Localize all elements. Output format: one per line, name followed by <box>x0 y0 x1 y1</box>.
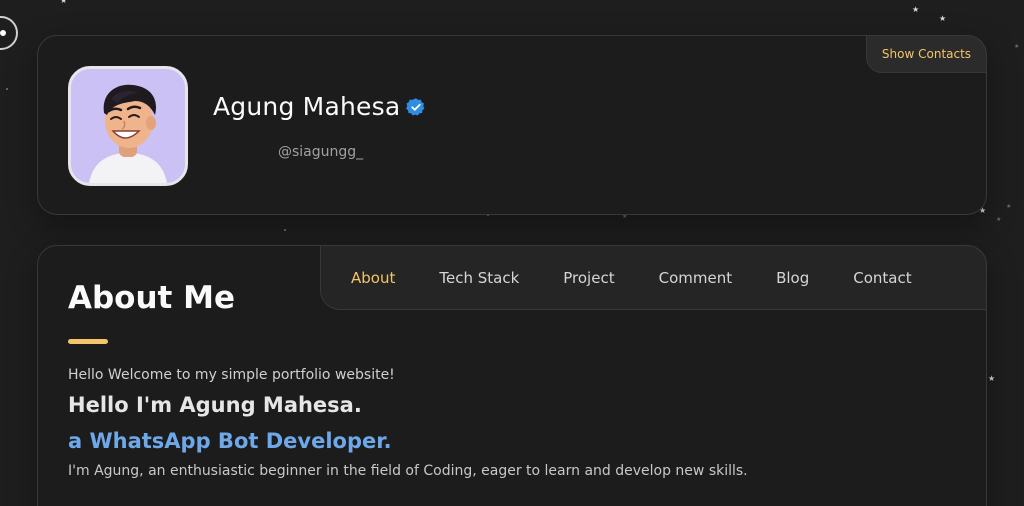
verified-badge-icon <box>406 97 425 115</box>
star-decoration: ★ <box>1006 203 1012 210</box>
main-navbar: About Tech Stack Project Comment Blog Co… <box>320 245 987 310</box>
about-card: About Tech Stack Project Comment Blog Co… <box>37 245 987 506</box>
nav-item-contact[interactable]: Contact <box>853 269 911 287</box>
star-decoration: ★ <box>996 216 1002 223</box>
portfolio-page: ★ ★ ★ ★ ★ ★ ★ ★ ★ Agung Mahesa @siagungg… <box>0 0 1024 506</box>
welcome-text: Hello Welcome to my simple portfolio web… <box>68 367 395 383</box>
theme-toggle-button[interactable] <box>0 16 18 50</box>
profile-name: Agung Mahesa <box>213 92 401 121</box>
nav-item-blog[interactable]: Blog <box>776 269 809 287</box>
star-decoration: ★ <box>988 374 996 383</box>
profile-name-row: Agung Mahesa <box>213 92 426 121</box>
title-underline <box>68 339 108 344</box>
star-decoration: ★ <box>912 5 920 14</box>
profile-card: Agung Mahesa @siagungg_ Show Contacts <box>37 35 987 215</box>
star-decoration: ★ <box>939 14 947 23</box>
nav-item-project[interactable]: Project <box>563 269 614 287</box>
nav-item-comment[interactable]: Comment <box>659 269 733 287</box>
avatar <box>68 66 188 186</box>
star-dot <box>284 229 286 231</box>
show-contacts-button[interactable]: Show Contacts <box>866 35 987 73</box>
avatar-character-icon <box>71 69 185 183</box>
bio-text: I'm Agung, an enthusiastic beginner in t… <box>68 463 748 479</box>
nav-item-tech-stack[interactable]: Tech Stack <box>439 269 519 287</box>
star-dot <box>6 88 8 90</box>
star-decoration: ★ <box>60 0 68 5</box>
greeting-heading: Hello I'm Agung Mahesa. <box>68 393 362 417</box>
star-decoration: ★ <box>1014 43 1020 50</box>
toggle-knob-icon <box>0 30 6 36</box>
role-heading: a WhatsApp Bot Developer. <box>68 429 392 453</box>
profile-username: @siagungg_ <box>278 144 364 160</box>
nav-item-about[interactable]: About <box>351 269 395 287</box>
section-title: About Me <box>68 280 236 316</box>
